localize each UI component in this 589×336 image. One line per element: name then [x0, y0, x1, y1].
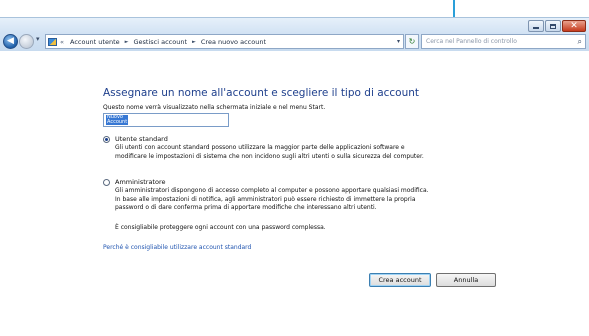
forward-button[interactable] [19, 34, 34, 49]
administrator-description: Gli amministratori dispongono di accesso… [115, 187, 429, 213]
search-placeholder: Cerca nel Pannello di controllo [426, 38, 517, 45]
back-button[interactable]: ◀ [3, 34, 18, 49]
address-bar[interactable]: « Account utente ► Gestisci account ► Cr… [45, 34, 404, 49]
history-dropdown-icon[interactable]: ▾ [36, 35, 40, 43]
create-account-button[interactable]: Crea account [369, 273, 431, 287]
title-bar: ✕ ◀ ▾ « Account utente ► Gestisci accoun… [0, 18, 589, 51]
description-line: In base alle impostazioni di notifica, a… [115, 195, 416, 203]
search-icon[interactable]: ⌕ [578, 37, 582, 47]
maximize-icon [550, 23, 556, 29]
close-icon: ✕ [570, 21, 578, 31]
search-box[interactable]: Cerca nel Pannello di controllo ⌕ [421, 34, 586, 49]
breadcrumb-create-account[interactable]: Crea nuovo account [199, 38, 268, 46]
breadcrumb-manage-accounts[interactable]: Gestisci account [132, 38, 190, 46]
standard-user-radio[interactable] [103, 136, 110, 143]
description-line: Gli utenti con account standard possono … [115, 144, 405, 151]
minimize-button[interactable] [528, 20, 544, 32]
password-advice: È consigliabile proteggere ogni account … [115, 224, 326, 231]
refresh-button[interactable]: ↻ [405, 34, 419, 49]
refresh-icon: ↻ [408, 37, 416, 46]
account-name-input[interactable]: Nuovo Account [103, 113, 229, 127]
description-line: password o di dare conferma prima di app… [115, 204, 377, 211]
control-panel-window: ✕ ◀ ▾ « Account utente ► Gestisci accoun… [0, 17, 589, 336]
accent-line [453, 0, 455, 17]
back-arrow-icon: ◀ [7, 36, 14, 46]
cancel-button[interactable]: Annulla [436, 273, 496, 287]
minimize-icon [533, 27, 539, 29]
control-panel-icon [48, 37, 57, 46]
breadcrumb-overflow[interactable]: « [60, 38, 64, 46]
maximize-button[interactable] [545, 20, 561, 32]
address-dropdown-icon[interactable]: ▾ [397, 38, 400, 45]
close-button[interactable]: ✕ [562, 20, 586, 32]
breadcrumb-user-accounts[interactable]: Account utente [68, 38, 122, 46]
account-name-value: Nuovo Account [106, 114, 129, 125]
caption-buttons: ✕ [527, 20, 586, 32]
description-line: modificare le impostazioni di sistema ch… [115, 152, 424, 160]
administrator-label[interactable]: Amministratore [115, 178, 166, 186]
standard-user-description: Gli utenti con account standard possono … [115, 144, 424, 161]
standard-user-label[interactable]: Utente standard [115, 135, 168, 143]
breadcrumb-arrow-icon[interactable]: ► [122, 39, 132, 45]
administrator-radio[interactable] [103, 179, 110, 186]
breadcrumb-arrow-icon[interactable]: ► [189, 39, 199, 45]
account-name-description: Questo nome verrà visualizzato nella sch… [103, 104, 326, 111]
standard-account-help-link[interactable]: Perché è consigliabile utilizzare accoun… [103, 244, 251, 251]
main-content: Assegnare un nome all'account e sceglier… [0, 51, 589, 336]
page-title: Assegnare un nome all'account e sceglier… [103, 87, 420, 99]
description-line: Gli amministratori dispongono di accesso… [115, 187, 429, 194]
